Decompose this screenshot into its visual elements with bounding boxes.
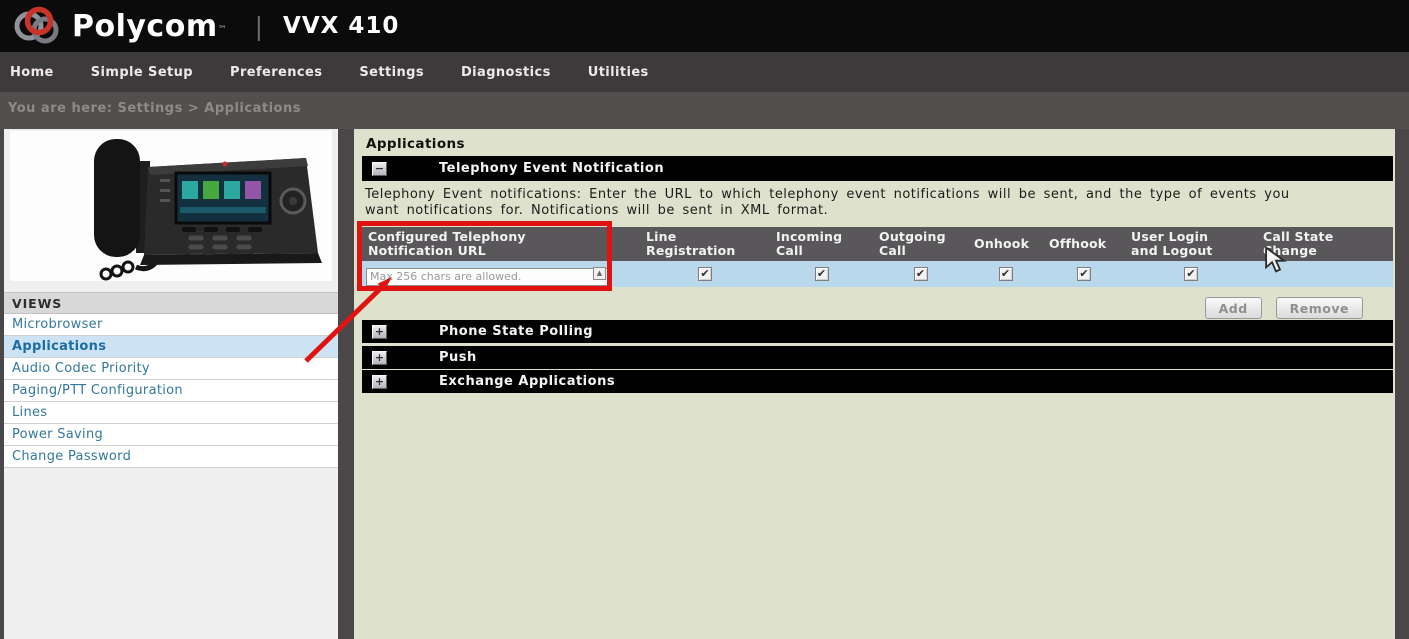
section-label: Telephony Event Notification <box>439 161 664 176</box>
col-header-offhook: Offhook <box>1043 227 1125 261</box>
section-label: Phone State Polling <box>439 324 593 339</box>
description-line: Telephony Event notifications: Enter the… <box>365 187 1389 203</box>
expand-icon[interactable]: + <box>372 351 387 365</box>
page: Polycom ™ | VVX 410 Home Simple Setup Pr… <box>0 0 1409 639</box>
call-state-change-cell <box>1257 261 1393 287</box>
col-header-notification-url: Configured TelephonyNotification URL <box>362 227 640 261</box>
col-header-call-state-change: Call StateChange <box>1257 227 1393 261</box>
section-label: Push <box>439 350 477 365</box>
input-validation-icon: ▲ <box>593 267 606 280</box>
expand-icon[interactable]: + <box>372 325 387 339</box>
title-separator: | <box>255 12 263 41</box>
onhook-checkbox[interactable]: ✔ <box>999 267 1013 281</box>
incoming-call-checkbox[interactable]: ✔ <box>815 267 829 281</box>
description-line: want notifications for. Notifications wi… <box>365 203 1389 219</box>
views-list: Microbrowser Applications Audio Codec Pr… <box>4 314 338 468</box>
col-header-incoming-call: IncomingCall <box>770 227 873 261</box>
sidebar: VIEWS Microbrowser Applications Audio Co… <box>4 129 338 639</box>
outgoing-call-checkbox[interactable]: ✔ <box>914 267 928 281</box>
phone-photo <box>10 131 332 281</box>
table-row: ▲ ✔ ✔ ✔ ✔ ✔ ✔ <box>362 261 1393 287</box>
url-cell: ▲ <box>362 261 640 287</box>
nav-item-utilities[interactable]: Utilities <box>588 65 649 80</box>
col-header-onhook: Onhook <box>968 227 1043 261</box>
title-bar: Polycom ™ | VVX 410 <box>0 0 1409 52</box>
line-registration-checkbox[interactable]: ✔ <box>698 267 712 281</box>
nav-item-diagnostics[interactable]: Diagnostics <box>461 65 551 80</box>
col-header-user-login-logout: User Loginand Logout <box>1125 227 1257 261</box>
section-label: Exchange Applications <box>439 374 615 389</box>
brand-name: Polycom <box>72 9 218 44</box>
sidebar-item-paging-ptt[interactable]: Paging/PTT Configuration <box>4 380 338 402</box>
nav-item-settings[interactable]: Settings <box>359 65 424 80</box>
remove-button[interactable]: Remove <box>1276 297 1363 319</box>
expand-icon[interactable]: + <box>372 375 387 389</box>
views-header: VIEWS <box>4 292 338 314</box>
sidebar-item-applications[interactable]: Applications <box>4 336 338 358</box>
section-phone-state-polling[interactable]: + Phone State Polling <box>362 320 1393 343</box>
nav-item-preferences[interactable]: Preferences <box>230 65 322 80</box>
user-login-logout-checkbox[interactable]: ✔ <box>1184 267 1198 281</box>
sidebar-item-change-password[interactable]: Change Password <box>4 446 338 468</box>
add-button[interactable]: Add <box>1205 297 1262 319</box>
section-telephony-event-notification[interactable]: − Telephony Event Notification <box>362 156 1393 181</box>
notification-url-input[interactable] <box>366 268 608 286</box>
polycom-logo-icon <box>12 5 64 47</box>
offhook-checkbox[interactable]: ✔ <box>1077 267 1091 281</box>
section-push[interactable]: + Push <box>362 346 1393 369</box>
table-header-row: Configured TelephonyNotification URL Lin… <box>362 227 1393 261</box>
sidebar-item-lines[interactable]: Lines <box>4 402 338 424</box>
notification-table: Configured TelephonyNotification URL Lin… <box>362 227 1393 287</box>
nav-item-simple-setup[interactable]: Simple Setup <box>91 65 193 80</box>
sidebar-item-microbrowser[interactable]: Microbrowser <box>4 314 338 336</box>
sidebar-item-audio-codec[interactable]: Audio Codec Priority <box>4 358 338 380</box>
breadcrumb: You are here: Settings > Applications <box>0 92 1409 129</box>
content-panel: Applications − Telephony Event Notificat… <box>354 129 1395 639</box>
col-header-line-registration: LineRegistration <box>640 227 770 261</box>
brand-trademark: ™ <box>218 25 227 35</box>
section-description: Telephony Event notifications: Enter the… <box>365 187 1389 218</box>
device-model: VVX 410 <box>283 13 399 39</box>
sidebar-item-power-saving[interactable]: Power Saving <box>4 424 338 446</box>
table-actions: Add Remove <box>362 297 1363 319</box>
collapse-icon[interactable]: − <box>372 162 387 176</box>
section-exchange-applications[interactable]: + Exchange Applications <box>362 370 1393 393</box>
page-title: Applications <box>366 136 465 152</box>
nav-item-home[interactable]: Home <box>10 65 54 80</box>
col-header-outgoing-call: OutgoingCall <box>873 227 968 261</box>
main-nav: Home Simple Setup Preferences Settings D… <box>0 52 1409 92</box>
